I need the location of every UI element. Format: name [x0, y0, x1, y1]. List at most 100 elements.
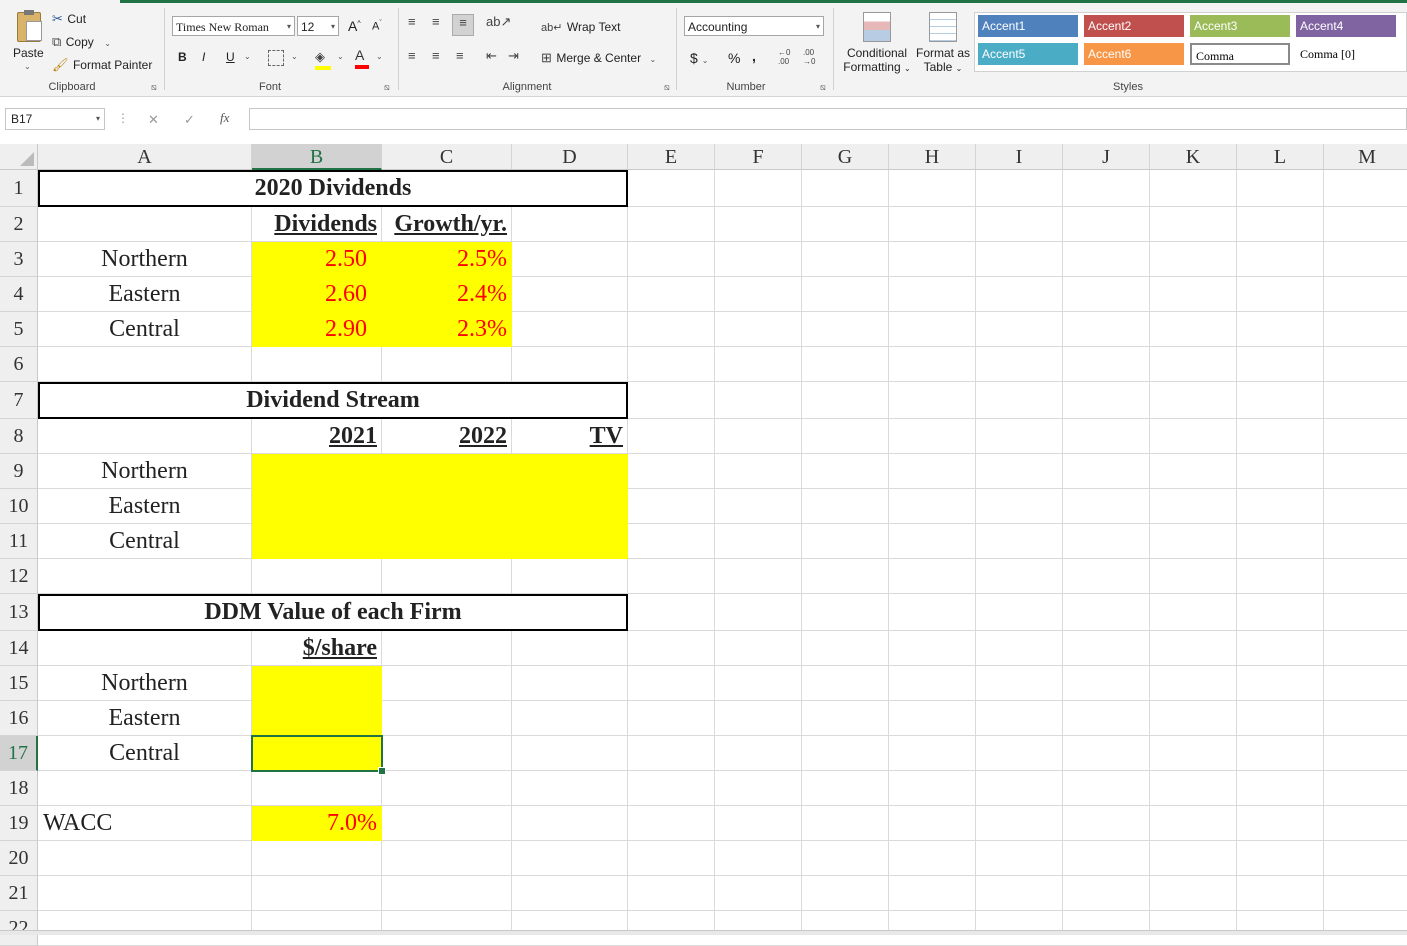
italic-button[interactable]: I [202, 50, 205, 64]
percent-style-button[interactable]: % [728, 50, 740, 66]
row-header[interactable]: 11 [0, 524, 38, 559]
align-top-icon[interactable]: ≡ [408, 14, 416, 29]
column-header[interactable]: A [38, 144, 252, 170]
row-header[interactable]: 8 [0, 419, 38, 454]
section-title-2020-dividends[interactable]: 2020 Dividends [38, 170, 628, 207]
company-name[interactable]: Northern [38, 454, 251, 489]
company-name[interactable]: Central [38, 312, 251, 347]
company-name[interactable]: Northern [38, 242, 251, 277]
borders-icon[interactable] [268, 50, 284, 66]
company-name[interactable]: Eastern [38, 277, 251, 312]
row-header[interactable]: 18 [0, 771, 38, 806]
shrink-font-button[interactable]: Aˇ [372, 20, 382, 33]
copy-button[interactable]: ⧉ Copy ⌄ [52, 33, 111, 51]
underline-button[interactable]: U [226, 50, 235, 64]
format-painter-button[interactable]: 🖌 Format Painter [52, 56, 152, 74]
header-per-share[interactable]: $/share [252, 631, 381, 666]
column-header[interactable]: K [1150, 144, 1237, 170]
header-2021[interactable]: 2021 [252, 419, 381, 454]
cell-style-accent1[interactable]: Accent1 [978, 15, 1078, 37]
fill-color-icon[interactable]: ◈ [315, 48, 331, 70]
worksheet-grid[interactable]: ABCDEFGHIJKLM 1 2 3 4 5 6 7 8 9 10 11 12 13 14 15 16 17 1… [0, 144, 1407, 946]
header-tv[interactable]: TV [512, 419, 627, 454]
row-header[interactable]: 19 [0, 806, 38, 841]
font-size-combo[interactable]: 12 ▾ [297, 16, 339, 36]
chevron-down-icon[interactable]: ⌄ [337, 52, 344, 61]
row-header[interactable]: 3 [0, 242, 38, 277]
enter-icon[interactable]: ✓ [184, 112, 195, 128]
column-header[interactable]: G [802, 144, 889, 170]
conditional-formatting-button[interactable]: Conditional Formatting ⌄ [838, 10, 916, 78]
increase-indent-icon[interactable]: ⇥ [508, 48, 519, 64]
row-header[interactable]: 10 [0, 489, 38, 524]
align-right-icon[interactable]: ≡ [456, 48, 464, 63]
row-header[interactable]: 1 [0, 170, 38, 207]
cell-style-accent5[interactable]: Accent5 [978, 43, 1078, 65]
cancel-icon[interactable]: ✕ [148, 112, 159, 128]
chevron-down-icon[interactable]: ⌄ [376, 52, 383, 61]
cell-style-comma-0[interactable]: Comma [0] [1296, 43, 1396, 65]
cell-style-accent6[interactable]: Accent6 [1084, 43, 1184, 65]
chevron-down-icon[interactable]: ⌄ [244, 52, 251, 61]
cell-style-comma[interactable]: Comma [1190, 43, 1290, 65]
column-header[interactable]: L [1237, 144, 1324, 170]
column-header[interactable]: J [1063, 144, 1150, 170]
header-growth[interactable]: Growth/yr. [382, 207, 511, 242]
row-header[interactable]: 14 [0, 631, 38, 666]
align-middle-icon[interactable]: ≡ [432, 14, 440, 29]
header-2022[interactable]: 2022 [382, 419, 511, 454]
section-title-dividend-stream[interactable]: Dividend Stream [38, 382, 628, 419]
row-header[interactable]: 20 [0, 841, 38, 876]
row-header[interactable]: 15 [0, 666, 38, 701]
decrease-decimal-icon[interactable]: .00 →0 [803, 48, 815, 66]
comma-style-button[interactable]: , [752, 48, 756, 64]
wacc-label[interactable]: WACC [38, 806, 251, 841]
growth-value[interactable]: 2.5% [382, 242, 511, 277]
align-bottom-icon[interactable]: ≡ [452, 14, 474, 36]
row-header[interactable]: 4 [0, 277, 38, 312]
paste-button[interactable]: Paste ⌄ [8, 10, 48, 74]
insert-function-icon[interactable]: fx [220, 110, 229, 126]
align-left-icon[interactable]: ≡ [408, 48, 416, 63]
font-color-icon[interactable]: A [355, 47, 369, 69]
align-center-icon[interactable]: ≡ [432, 48, 440, 63]
row-header[interactable]: 5 [0, 312, 38, 347]
merge-center-button[interactable]: ⊞ Merge & Center ⌄ [541, 49, 656, 67]
column-header[interactable]: F [715, 144, 802, 170]
column-header[interactable]: I [976, 144, 1063, 170]
cell-style-accent3[interactable]: Accent3 [1190, 15, 1290, 37]
growth-value[interactable]: 2.4% [382, 277, 511, 312]
format-as-table-button[interactable]: Format as Table ⌄ [914, 10, 972, 78]
row-header[interactable]: 7 [0, 382, 38, 419]
select-all-corner[interactable] [0, 144, 38, 170]
wacc-value[interactable]: 7.0% [252, 806, 382, 841]
font-name-combo[interactable]: Times New Roman ▾ [172, 16, 295, 36]
header-dividends[interactable]: Dividends [252, 207, 381, 242]
chevron-down-icon[interactable]: ⌄ [291, 52, 298, 61]
dialog-launcher-icon[interactable]: ⧅ [820, 82, 826, 93]
column-header[interactable]: B [252, 144, 382, 170]
bold-button[interactable]: B [178, 50, 187, 64]
cell-style-accent2[interactable]: Accent2 [1084, 15, 1184, 37]
column-header[interactable]: C [382, 144, 512, 170]
column-header[interactable]: M [1324, 144, 1407, 170]
grow-font-button[interactable]: A^ [348, 18, 361, 34]
row-header[interactable]: 16 [0, 701, 38, 736]
formula-input[interactable] [249, 108, 1407, 130]
accounting-format-button[interactable]: $ ⌄ [690, 50, 708, 66]
row-header[interactable]: 12 [0, 559, 38, 594]
growth-value[interactable]: 2.3% [382, 312, 511, 347]
number-format-combo[interactable]: Accounting ▾ [684, 16, 824, 36]
company-name[interactable]: Northern [38, 666, 251, 701]
dialog-launcher-icon[interactable]: ⧅ [664, 82, 670, 93]
name-box[interactable]: B17 ▾ [5, 108, 105, 130]
row-header[interactable]: 6 [0, 347, 38, 382]
cell-style-accent4[interactable]: Accent4 [1296, 15, 1396, 37]
company-name[interactable]: Central [38, 736, 251, 771]
input-block-dividend-stream[interactable] [252, 454, 628, 559]
row-header[interactable]: 9 [0, 454, 38, 489]
dividend-value[interactable]: 2.50 [252, 242, 381, 277]
dialog-launcher-icon[interactable]: ⧅ [384, 82, 390, 93]
row-header[interactable]: 17 [0, 736, 38, 771]
column-header[interactable]: E [628, 144, 715, 170]
